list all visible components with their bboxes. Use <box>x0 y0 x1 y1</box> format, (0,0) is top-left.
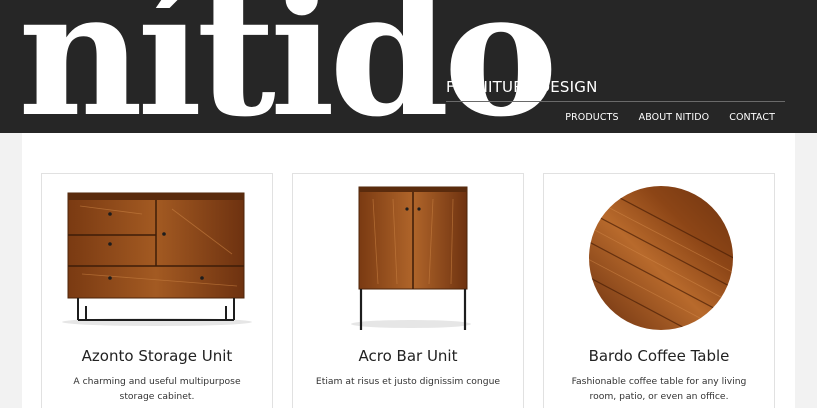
nav-divider <box>446 101 785 102</box>
product-grid: Azonto Storage Unit A charming and usefu… <box>22 133 795 408</box>
site-tagline: FURNITURE DESIGN <box>446 78 598 96</box>
nav-contact[interactable]: CONTACT <box>729 112 775 123</box>
nav-about-nitido[interactable]: ABOUT NITIDO <box>639 112 710 123</box>
product-description: A charming and useful multipurpose stora… <box>73 376 241 402</box>
nitido-logo[interactable]: nítido <box>18 0 558 133</box>
site-header: nítido FURNITURE DESIGN PRODUCTS ABOUT N… <box>0 0 817 133</box>
main-nav: PRODUCTS ABOUT NITIDO CONTACT <box>565 112 775 123</box>
product-title[interactable]: Acro Bar Unit <box>293 347 523 365</box>
product-card-acro[interactable]: Acro Bar Unit Etiam at risus et justo di… <box>292 173 524 408</box>
acro-bar-unit-image[interactable] <box>293 174 523 334</box>
azonto-storage-unit-image[interactable] <box>42 174 272 334</box>
product-description: Fashionable coffee table for any living … <box>571 376 747 402</box>
bardo-coffee-table-image[interactable] <box>544 174 774 334</box>
product-card-azonto[interactable]: Azonto Storage Unit A charming and usefu… <box>41 173 273 408</box>
product-card-bardo[interactable]: Bardo Coffee Table Fashionable coffee ta… <box>543 173 775 408</box>
product-title[interactable]: Bardo Coffee Table <box>544 347 774 365</box>
nav-products[interactable]: PRODUCTS <box>565 112 618 123</box>
product-title[interactable]: Azonto Storage Unit <box>42 347 272 365</box>
product-description: Etiam at risus et justo dignissim congue <box>315 376 501 387</box>
